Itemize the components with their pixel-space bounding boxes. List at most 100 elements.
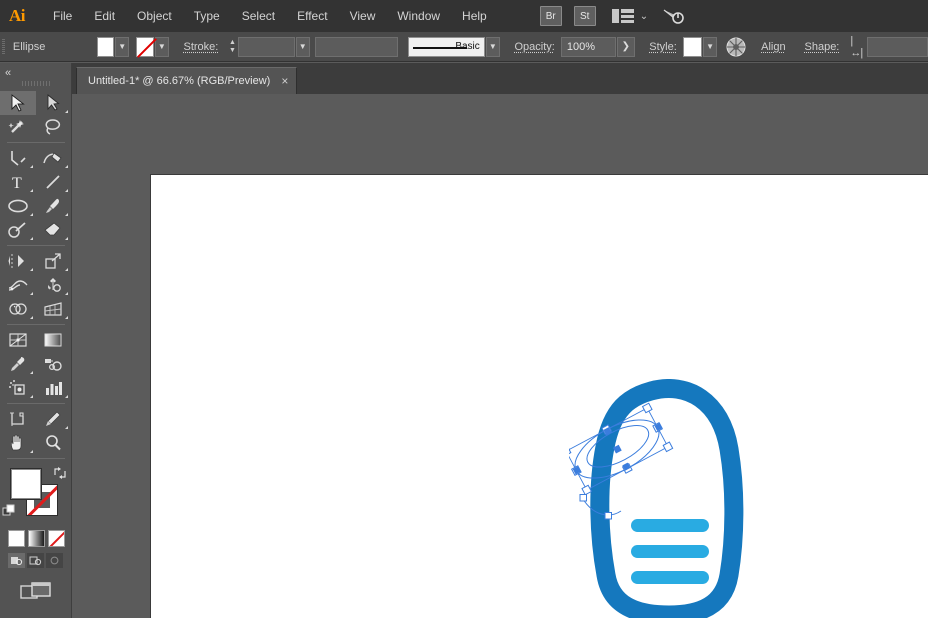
menu-file[interactable]: File bbox=[42, 0, 83, 32]
ellipse-tool[interactable] bbox=[0, 194, 36, 218]
transform-width-icon[interactable]: |↔| bbox=[850, 35, 862, 59]
stroke-weight-input[interactable] bbox=[238, 37, 295, 57]
bridge-button[interactable]: Br bbox=[540, 6, 562, 26]
style-dropdown-icon[interactable]: ▼ bbox=[703, 37, 717, 57]
change-screen-mode-icon[interactable] bbox=[0, 580, 71, 604]
selection-tool[interactable] bbox=[0, 91, 36, 115]
flyout-indicator-icon bbox=[65, 426, 68, 429]
artboard[interactable] bbox=[150, 174, 928, 618]
shaper-tool[interactable] bbox=[0, 218, 36, 242]
free-transform-tool[interactable] bbox=[36, 273, 72, 297]
artwork-line-2 bbox=[631, 545, 709, 558]
magic-wand-tool[interactable] bbox=[0, 115, 36, 139]
shape-width-input[interactable] bbox=[867, 37, 928, 57]
document-tab[interactable]: Untitled-1* @ 66.67% (RGB/Preview) × bbox=[76, 67, 297, 94]
curvature-tool[interactable] bbox=[36, 146, 72, 170]
hand-tool[interactable] bbox=[0, 431, 36, 455]
brush-definition-dropdown-icon[interactable]: ▼ bbox=[486, 37, 500, 57]
shape-label[interactable]: Shape: bbox=[805, 41, 840, 53]
width-tool[interactable] bbox=[0, 273, 36, 297]
tools-panel-grip[interactable] bbox=[22, 81, 52, 86]
paintbrush-tool[interactable] bbox=[36, 194, 72, 218]
column-graph-tool[interactable] bbox=[36, 376, 72, 400]
flyout-indicator-icon bbox=[30, 268, 33, 271]
opacity-input[interactable]: 100% bbox=[561, 37, 616, 57]
lasso-tool[interactable] bbox=[36, 115, 72, 139]
flyout-indicator-icon bbox=[65, 395, 68, 398]
fill-swatch[interactable] bbox=[97, 37, 115, 57]
menu-select[interactable]: Select bbox=[231, 0, 286, 32]
fill-dropdown-icon[interactable]: ▼ bbox=[115, 37, 129, 57]
stroke-profile-dropdown[interactable] bbox=[315, 37, 398, 57]
symbol-sprayer-tool[interactable] bbox=[0, 376, 36, 400]
opacity-options-icon[interactable]: ❯ bbox=[617, 37, 635, 57]
control-panel: Ellipse ▼ ▼ Stroke: ▲▼ ▼ Basic ▼ Opacity… bbox=[0, 32, 928, 62]
menu-edit[interactable]: Edit bbox=[83, 0, 126, 32]
color-mode-buttons bbox=[0, 530, 71, 547]
eraser-tool[interactable] bbox=[36, 218, 72, 242]
align-label[interactable]: Align bbox=[761, 41, 785, 53]
flyout-indicator-icon bbox=[30, 371, 33, 374]
close-icon[interactable]: × bbox=[281, 74, 288, 88]
stroke-weight-stepper[interactable]: ▲▼ bbox=[227, 37, 237, 57]
menubar-right-tools: Br St ⌄ bbox=[534, 0, 686, 32]
gradient-tool[interactable] bbox=[36, 328, 72, 352]
draw-normal-button[interactable] bbox=[8, 553, 25, 568]
menu-view[interactable]: View bbox=[339, 0, 387, 32]
arrange-documents-icon[interactable] bbox=[612, 8, 634, 24]
menu-effect[interactable]: Effect bbox=[286, 0, 338, 32]
flyout-indicator-icon bbox=[30, 237, 33, 240]
selection-type-label: Ellipse bbox=[13, 41, 72, 53]
menu-window[interactable]: Window bbox=[386, 0, 451, 32]
pen-tool[interactable] bbox=[0, 146, 36, 170]
scale-tool[interactable] bbox=[36, 249, 72, 273]
stroke-weight-dropdown-icon[interactable]: ▼ bbox=[296, 37, 310, 57]
canvas-area[interactable] bbox=[72, 94, 928, 618]
opacity-label[interactable]: Opacity: bbox=[515, 41, 555, 53]
default-fill-stroke-icon[interactable] bbox=[2, 504, 16, 518]
stock-button[interactable]: St bbox=[574, 6, 596, 26]
flyout-indicator-icon bbox=[65, 268, 68, 271]
swap-fill-stroke-icon[interactable] bbox=[53, 466, 67, 480]
artboard-tool[interactable] bbox=[0, 407, 36, 431]
shape-builder-tool[interactable] bbox=[0, 297, 36, 321]
graphic-style-swatch[interactable] bbox=[683, 37, 702, 57]
mesh-tool[interactable] bbox=[0, 328, 36, 352]
flyout-indicator-icon bbox=[30, 450, 33, 453]
line-segment-tool[interactable] bbox=[36, 170, 72, 194]
eyedropper-tool[interactable] bbox=[0, 352, 36, 376]
flyout-indicator-icon bbox=[65, 316, 68, 319]
slice-tool[interactable] bbox=[36, 407, 72, 431]
collapse-panel-icon[interactable]: « bbox=[5, 67, 9, 79]
control-panel-grip[interactable] bbox=[0, 32, 7, 62]
workspace-switcher-icon[interactable] bbox=[662, 6, 686, 26]
style-label[interactable]: Style: bbox=[649, 41, 677, 53]
menu-help[interactable]: Help bbox=[451, 0, 498, 32]
menu-type[interactable]: Type bbox=[183, 0, 231, 32]
rotate-tool[interactable] bbox=[0, 249, 36, 273]
fill-stroke-controls bbox=[0, 466, 71, 528]
draw-inside-button[interactable] bbox=[46, 553, 63, 568]
none-button[interactable] bbox=[48, 530, 65, 547]
zoom-tool[interactable] bbox=[36, 431, 72, 455]
direct-selection-tool[interactable] bbox=[36, 91, 72, 115]
color-button[interactable] bbox=[8, 530, 25, 547]
stroke-swatch[interactable] bbox=[136, 37, 154, 57]
flyout-indicator-icon bbox=[65, 213, 68, 216]
type-tool[interactable]: T bbox=[0, 170, 36, 194]
stroke-weight-label[interactable]: Stroke: bbox=[183, 41, 218, 53]
recolor-artwork-icon[interactable] bbox=[725, 36, 747, 58]
menu-object[interactable]: Object bbox=[126, 0, 183, 32]
artwork-svg bbox=[569, 379, 769, 618]
perspective-grid-tool[interactable] bbox=[36, 297, 72, 321]
artwork-document-icon[interactable] bbox=[569, 379, 769, 618]
fill-color-indicator[interactable] bbox=[10, 468, 42, 500]
flyout-indicator-icon bbox=[30, 165, 33, 168]
blend-tool[interactable] bbox=[36, 352, 72, 376]
brush-definition[interactable]: Basic bbox=[408, 37, 484, 57]
menu-bar: Ai File Edit Object Type Select Effect V… bbox=[0, 0, 928, 32]
chevron-down-icon[interactable]: ⌄ bbox=[640, 11, 648, 22]
flyout-indicator-icon bbox=[30, 213, 33, 216]
draw-behind-button[interactable] bbox=[27, 553, 44, 568]
gradient-button[interactable] bbox=[28, 530, 45, 547]
